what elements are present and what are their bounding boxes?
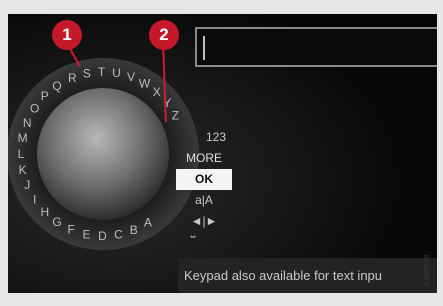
dial-letter[interactable]: G (52, 215, 61, 229)
callout-2-badge: 2 (149, 20, 179, 50)
dial-letter[interactable]: X (153, 85, 161, 99)
dial-letter[interactable]: D (98, 229, 107, 243)
dial-letter[interactable]: J (24, 178, 30, 192)
menu-item-more[interactable]: MORE (176, 148, 232, 169)
menu-item-case-toggle[interactable]: a|A (176, 190, 232, 211)
dial-letter[interactable]: C (114, 228, 123, 242)
dial-letter[interactable]: E (82, 227, 90, 241)
illustration-frame: R S T U V W X Y Z Q P O N M L K J I H G F E D C B A ⎵ 123 MORE OK … (0, 0, 443, 306)
image-code: G050518 (424, 254, 431, 287)
dial-letter[interactable]: B (130, 223, 138, 237)
dial-letter[interactable]: P (41, 89, 49, 103)
dial-letter[interactable]: O (30, 102, 39, 116)
dial-letter[interactable]: W (139, 76, 151, 90)
dial-side-menu: 123 MORE OK a|A ◄|► (176, 127, 232, 232)
dial-letter[interactable]: N (23, 116, 32, 130)
menu-item-numbers[interactable]: 123 (176, 127, 232, 148)
dial-letter[interactable]: H (40, 205, 49, 219)
keypad-hint: Keypad also available for text inpu (178, 258, 437, 293)
dial-letter[interactable]: Z (172, 109, 179, 123)
dial-letter[interactable]: M (18, 131, 28, 145)
dial-letter[interactable]: T (98, 65, 106, 79)
menu-item-cursor-arrows[interactable]: ◄|► (176, 211, 232, 232)
dial-letter[interactable]: A (144, 216, 152, 230)
dial-letter[interactable]: U (112, 66, 121, 80)
dial-letter[interactable]: F (68, 223, 75, 237)
dial-letter[interactable]: Q (52, 79, 61, 93)
dial-letter[interactable]: K (19, 163, 27, 177)
menu-item-ok[interactable]: OK (176, 169, 232, 190)
dial-letter[interactable]: S (83, 67, 91, 81)
dial-letter[interactable]: V (127, 70, 135, 84)
callout-1-badge: 1 (52, 20, 82, 50)
dial-letter[interactable]: L (18, 147, 25, 161)
dial-letter[interactable]: I (33, 192, 36, 206)
dial-letter[interactable]: R (68, 71, 77, 85)
